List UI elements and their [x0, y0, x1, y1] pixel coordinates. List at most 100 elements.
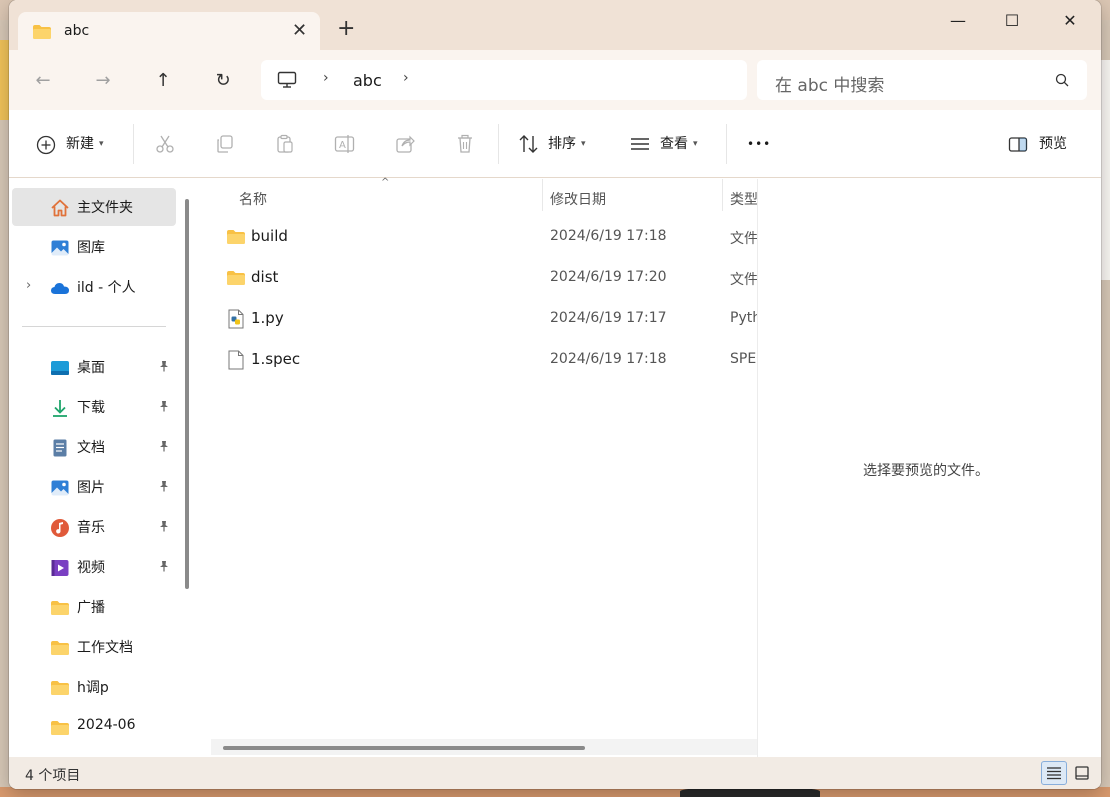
tab-close-button[interactable]: ✕	[292, 20, 307, 41]
up-button[interactable]: ↑	[150, 68, 176, 94]
folder-icon	[51, 681, 69, 695]
sidebar-item-music[interactable]: 音乐	[12, 508, 176, 546]
chevron-right-icon[interactable]: ›	[323, 70, 329, 86]
sidebar-item-onedrive[interactable]: › ild - 个人	[12, 268, 176, 306]
sidebar-item-htp[interactable]: h调p	[12, 668, 176, 706]
pin-icon[interactable]	[158, 480, 170, 492]
column-divider[interactable]	[542, 179, 543, 211]
folder-icon	[227, 230, 245, 244]
pin-icon[interactable]	[158, 360, 170, 372]
sidebar-item-label: 音乐	[77, 520, 105, 536]
sidebar-item-label: 文档	[77, 440, 105, 456]
sidebar-item-videos[interactable]: 视频	[12, 548, 176, 586]
sort-icon	[519, 135, 538, 153]
preview-pane: 选择要预览的文件。	[757, 179, 1101, 757]
paste-icon[interactable]	[275, 134, 295, 154]
cloud-icon	[51, 283, 69, 294]
horizontal-scrollbar-thumb[interactable]	[223, 746, 585, 750]
preview-message: 选择要预览的文件。	[863, 463, 989, 479]
sort-ascending-icon: ^	[381, 177, 390, 188]
sidebar-item-label: h调p	[77, 680, 109, 696]
view-button[interactable]: 查看 ▾	[660, 132, 698, 156]
file-name: 1.py	[251, 309, 284, 327]
horizontal-scrollbar[interactable]	[211, 739, 757, 755]
sidebar-item-label: 图片	[77, 480, 105, 496]
new-tab-button[interactable]: +	[337, 18, 355, 40]
close-window-button[interactable]: ✕	[1047, 8, 1093, 34]
folder-icon	[51, 601, 69, 615]
minimize-button[interactable]: —	[935, 8, 981, 34]
python-file-icon	[228, 309, 244, 329]
column-divider[interactable]	[722, 179, 723, 211]
file-date: 2024/6/19 17:18	[550, 351, 667, 367]
file-row-dist[interactable]: dist 2024/6/19 17:20 文件夹	[201, 258, 757, 298]
folder-icon	[227, 271, 245, 285]
pin-icon[interactable]	[158, 400, 170, 412]
copy-icon[interactable]	[215, 134, 235, 154]
refresh-button[interactable]: ↻	[210, 68, 236, 94]
sidebar-item-home[interactable]: 主文件夹	[12, 188, 176, 226]
file-row-1-py[interactable]: 1.py 2024/6/19 17:17 Python	[201, 299, 757, 339]
sidebar-item-label: 桌面	[77, 360, 105, 376]
view-icon	[631, 138, 649, 150]
more-options-button[interactable]: •••	[747, 132, 771, 156]
share-icon[interactable]	[395, 134, 415, 154]
sidebar-item-desktop[interactable]: 桌面	[12, 348, 176, 386]
desktop-background-right	[1100, 60, 1110, 280]
navigation-pane: 主文件夹 图库 › ild - 个人 桌面 下载 文档 图片 音乐 视频 广播 …	[9, 179, 199, 757]
sidebar-item-pictures[interactable]: 图片	[12, 468, 176, 506]
delete-icon[interactable]	[455, 134, 475, 154]
file-name: dist	[251, 268, 279, 286]
item-count: 4 个项目	[25, 768, 81, 784]
sort-button[interactable]: 排序 ▾	[548, 132, 586, 156]
search-icon	[1055, 73, 1069, 87]
maximize-button[interactable]: ☐	[989, 8, 1035, 34]
title-bar: abc ✕ + — ☐ ✕	[9, 0, 1101, 50]
search-placeholder: 在 abc 中搜索	[775, 76, 885, 96]
search-box[interactable]: 在 abc 中搜索	[757, 60, 1087, 100]
sidebar-item-downloads[interactable]: 下载	[12, 388, 176, 426]
column-header-type[interactable]: 类型	[730, 189, 757, 209]
sidebar-scrollbar[interactable]	[185, 199, 189, 589]
rename-icon[interactable]: A	[334, 134, 356, 154]
sidebar-item-broadcast[interactable]: 广播	[12, 588, 176, 626]
column-header-name[interactable]: 名称	[239, 189, 267, 209]
sidebar-item-2024-06[interactable]: 2024-06	[12, 708, 176, 746]
sidebar-item-label: ild - 个人	[77, 280, 136, 296]
file-row-1-spec[interactable]: 1.spec 2024/6/19 17:18 SPEC	[201, 340, 757, 380]
details-view-icon	[1047, 767, 1061, 780]
sidebar-item-label: 图库	[77, 240, 105, 256]
chevron-right-icon[interactable]: ›	[403, 70, 409, 86]
file-date: 2024/6/19 17:17	[550, 310, 667, 326]
toolbar-divider	[726, 124, 727, 164]
column-header-date[interactable]: 修改日期	[550, 189, 606, 209]
sort-button-label: 排序	[548, 136, 576, 152]
sidebar-item-label: 2024-06	[77, 717, 136, 733]
sidebar-item-gallery[interactable]: 图库	[12, 228, 176, 266]
sidebar-item-documents[interactable]: 文档	[12, 428, 176, 466]
pin-icon[interactable]	[158, 440, 170, 452]
navigation-bar: ← → ↑ ↻ › abc › 在 abc 中搜索	[9, 50, 1101, 110]
preview-button[interactable]: 预览	[1039, 132, 1067, 156]
sidebar-item-work-docs[interactable]: 工作文档	[12, 628, 176, 666]
back-button[interactable]: ←	[30, 68, 56, 94]
file-row-build[interactable]: build 2024/6/19 17:18 文件夹	[201, 217, 757, 257]
address-bar[interactable]: › abc ›	[261, 60, 747, 100]
sidebar-item-label: 主文件夹	[77, 200, 133, 216]
breadcrumb-abc[interactable]: abc	[353, 71, 382, 90]
gallery-icon	[51, 240, 69, 256]
preview-pane-icon	[1008, 137, 1028, 152]
details-view-button[interactable]	[1041, 761, 1067, 785]
large-icons-view-button[interactable]	[1069, 761, 1095, 785]
forward-button[interactable]: →	[90, 68, 116, 94]
pin-icon[interactable]	[158, 520, 170, 532]
new-button[interactable]: 新建 ▾	[66, 132, 104, 156]
cut-icon[interactable]	[155, 134, 175, 154]
download-icon	[53, 400, 67, 417]
sidebar-item-label: 视频	[77, 560, 105, 576]
status-bar: 4 个项目	[9, 757, 1101, 789]
chevron-right-icon[interactable]: ›	[26, 278, 31, 293]
tab-abc[interactable]: abc ✕	[18, 12, 320, 50]
pin-icon[interactable]	[158, 560, 170, 572]
toolbar-divider	[133, 124, 134, 164]
